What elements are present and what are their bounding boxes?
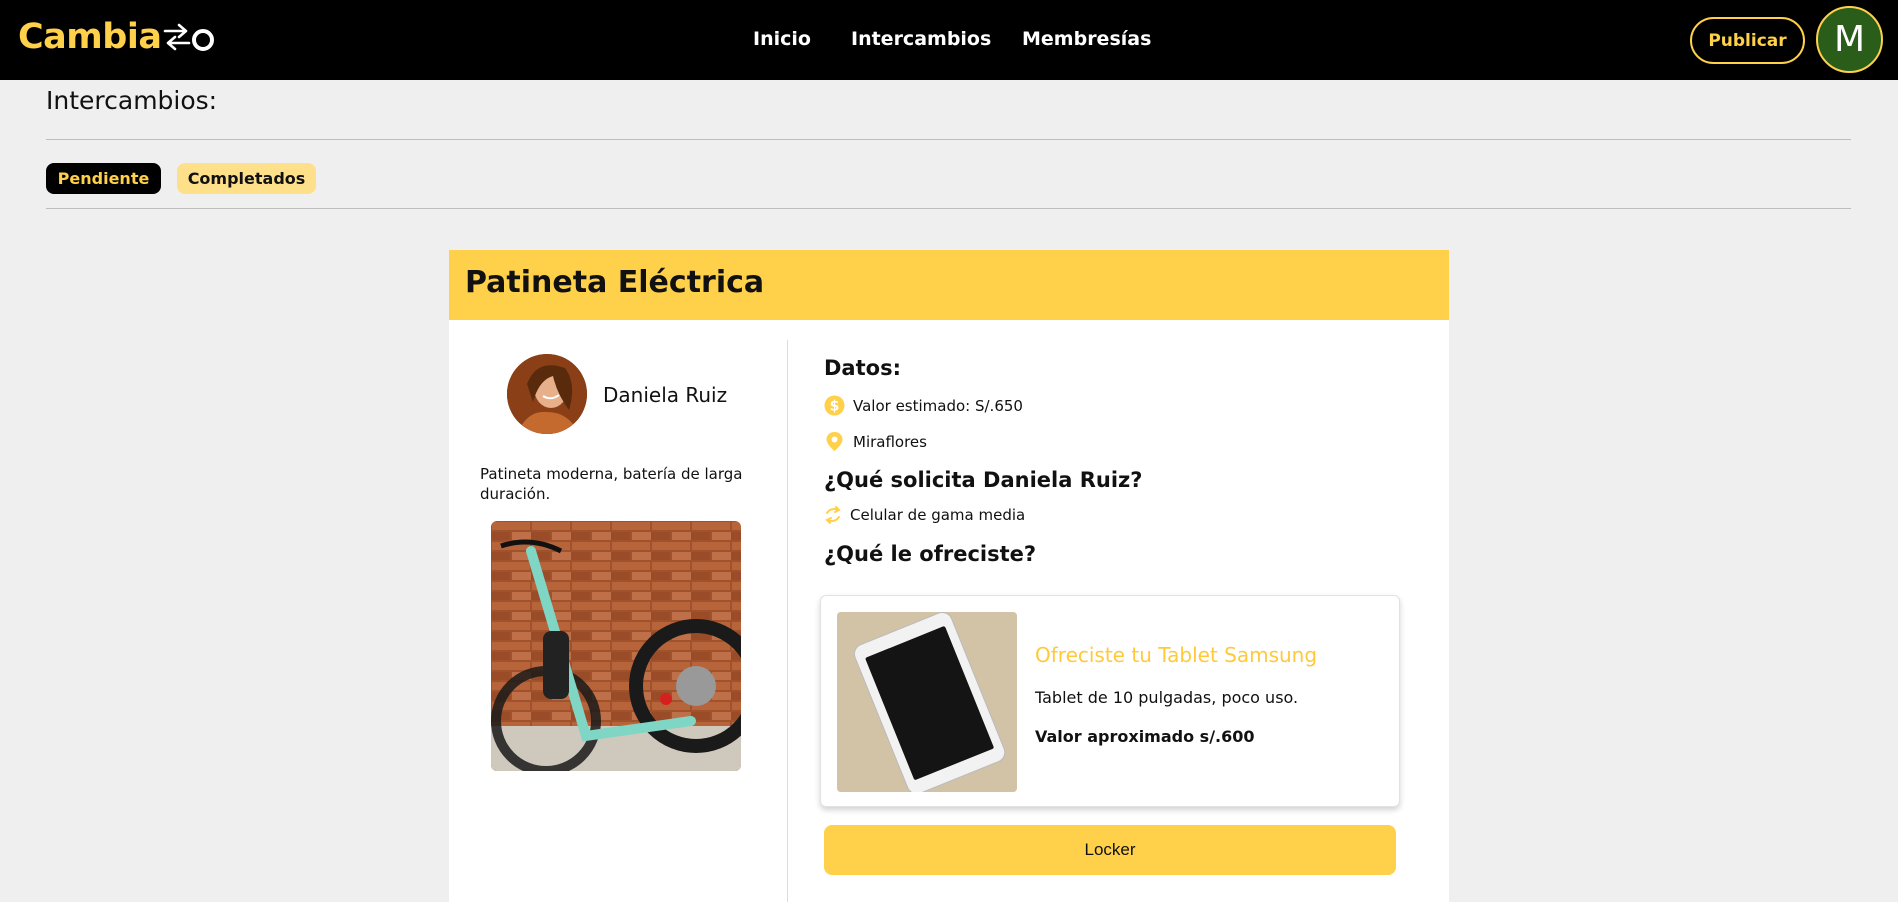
card-header: Patineta Eléctrica [449, 250, 1449, 320]
offer-photo [837, 612, 1017, 792]
exchange-icon [825, 506, 841, 524]
offer-title: Ofreciste tu Tablet Samsung [1035, 643, 1318, 667]
top-navbar: Cambia Inicio Intercambios Membresías Pu… [0, 0, 1898, 80]
logo-text: Cambia [18, 17, 162, 57]
logo-arrows-icon [164, 23, 191, 51]
owner-name: Daniela Ruiz [603, 383, 728, 407]
publish-button[interactable]: Publicar [1690, 17, 1805, 64]
divider-top [46, 139, 1851, 140]
request-heading: ¿Qué solicita Daniela Ruiz? [824, 468, 1143, 492]
page-title: Intercambios: [46, 86, 218, 115]
svg-text:$: $ [830, 399, 840, 415]
item-photo [491, 521, 741, 771]
filter-pending-button[interactable]: Pendiente [46, 163, 161, 194]
tablet-image [837, 612, 1017, 792]
offer-card[interactable]: Ofreciste tu Tablet Samsung Tablet de 10… [820, 595, 1400, 807]
requested-item: Celular de gama media [850, 506, 1026, 524]
column-separator [787, 340, 788, 902]
offer-description: Tablet de 10 pulgadas, poco uso. [1035, 688, 1299, 707]
offer-heading: ¿Qué le ofreciste? [824, 542, 1037, 566]
divider-bottom [46, 208, 1851, 209]
item-description: Patineta moderna, batería de larga durac… [480, 465, 743, 503]
coin-icon: $ [824, 395, 845, 416]
exchange-card: Patineta Eléctrica Daniela Ruiz Patineta… [449, 250, 1449, 902]
requested-item-row: Celular de gama media [824, 505, 1025, 525]
owner-avatar [507, 354, 587, 434]
user-avatar[interactable]: M [1816, 6, 1883, 73]
item-title: Patineta Eléctrica [465, 265, 765, 300]
location-row: Miraflores [824, 431, 927, 452]
logo-o-shape [192, 29, 215, 51]
offer-value: Valor aproximado s/.600 [1035, 727, 1255, 746]
cambiazo-logo[interactable]: Cambia [18, 14, 215, 60]
nav-membresias[interactable]: Membresías [1022, 28, 1151, 50]
owner-avatar-image [507, 354, 587, 434]
filter-completed-button[interactable]: Completados [177, 163, 316, 194]
location: Miraflores [853, 432, 927, 451]
estimated-value-row: $ Valor estimado: S/.650 [824, 395, 1023, 416]
locker-button[interactable]: Locker [824, 825, 1396, 875]
nav-intercambios[interactable]: Intercambios [851, 28, 991, 50]
location-pin-icon [826, 432, 843, 451]
data-heading: Datos: [824, 356, 901, 380]
scooter-image [491, 521, 741, 771]
nav-inicio[interactable]: Inicio [753, 28, 811, 50]
estimated-value: Valor estimado: S/.650 [853, 396, 1023, 415]
